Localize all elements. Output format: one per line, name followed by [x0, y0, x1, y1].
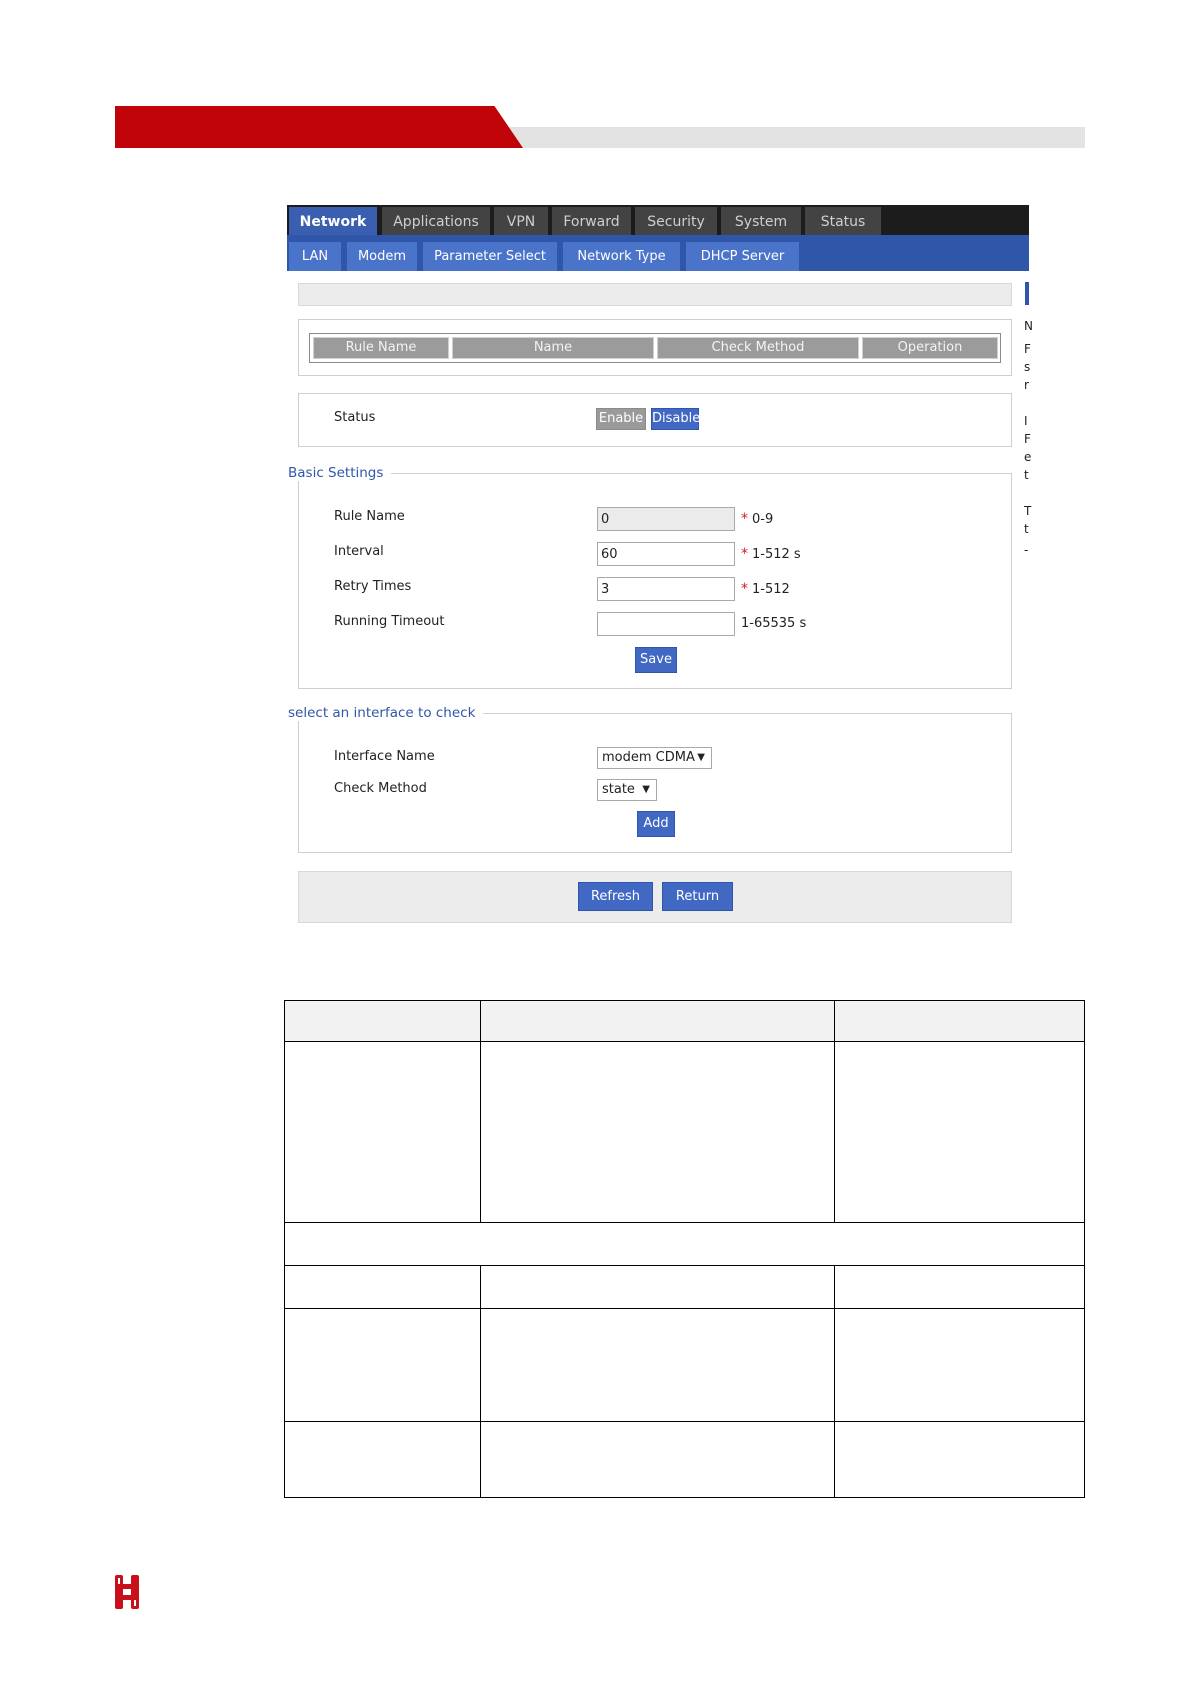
red-brand-logo-icon	[115, 1575, 139, 1609]
required-asterisk: *	[741, 581, 748, 597]
subtab-network-type[interactable]: Network Type	[563, 242, 680, 271]
cutoff-text: T	[1024, 504, 1032, 518]
table-row	[284, 1265, 1085, 1309]
document-table	[284, 1000, 1085, 1498]
table-cell	[480, 1000, 835, 1042]
top-gray-strip	[298, 283, 1012, 306]
table-cell	[284, 1308, 481, 1422]
check-method-value: state	[602, 782, 635, 797]
retry-times-hint: * 1-512	[741, 581, 790, 597]
tab-network[interactable]: Network	[289, 207, 377, 235]
interface-name-label: Interface Name	[334, 749, 435, 764]
table-row	[284, 1308, 1085, 1422]
return-button[interactable]: Return	[662, 882, 733, 911]
tab-system[interactable]: System	[721, 207, 801, 235]
table-cell	[284, 1041, 481, 1223]
rule-name-input[interactable]: 0	[597, 507, 735, 531]
dropdown-arrow-icon: ▼	[642, 784, 650, 795]
table-cell	[834, 1265, 1085, 1309]
cutoff-text: t	[1024, 522, 1029, 536]
cutoff-text: N	[1024, 319, 1033, 333]
tab-security[interactable]: Security	[635, 207, 717, 235]
table-cell	[284, 1265, 481, 1309]
table-cell	[834, 1000, 1085, 1042]
running-timeout-label: Running Timeout	[334, 614, 445, 629]
running-timeout-hint: 1-65535 s	[741, 616, 807, 631]
column-header-check-method: Check Method	[657, 337, 859, 359]
subtab-lan[interactable]: LAN	[289, 242, 341, 271]
subtab-modem[interactable]: Modem	[347, 242, 417, 271]
check-method-label: Check Method	[334, 781, 427, 796]
table-cell	[480, 1308, 835, 1422]
subtab-dhcp-server[interactable]: DHCP Server	[686, 242, 799, 271]
dropdown-arrow-icon: ▼	[697, 752, 705, 763]
cutoff-text: r	[1024, 378, 1029, 392]
running-timeout-input[interactable]	[597, 612, 735, 636]
tab-status[interactable]: Status	[805, 207, 881, 235]
table-cell	[284, 1421, 481, 1498]
table-cell	[834, 1421, 1085, 1498]
retry-times-input[interactable]: 3	[597, 577, 735, 601]
table-row	[284, 1041, 1085, 1223]
rule-name-label: Rule Name	[334, 509, 405, 524]
enable-button[interactable]: Enable	[596, 408, 646, 430]
cutoff-text: s	[1024, 360, 1031, 374]
footer-button-bar	[298, 871, 1012, 923]
retry-times-label: Retry Times	[334, 579, 412, 594]
table-row	[284, 1421, 1085, 1498]
cutoff-text: t	[1024, 468, 1029, 482]
table-cell	[834, 1308, 1085, 1422]
disable-button[interactable]: Disable	[651, 408, 700, 430]
required-asterisk: *	[741, 511, 748, 527]
table-cell	[284, 1222, 1085, 1266]
cutoff-text: F	[1024, 342, 1031, 356]
column-header-operation: Operation	[862, 337, 998, 359]
interval-hint: * 1-512 s	[741, 546, 801, 562]
cutoff-text: -	[1024, 543, 1029, 557]
table-section-row	[284, 1222, 1085, 1266]
interface-check-title: select an interface to check	[288, 705, 484, 721]
required-asterisk: *	[741, 546, 748, 562]
interval-input[interactable]: 60	[597, 542, 735, 566]
save-button[interactable]: Save	[635, 647, 677, 673]
column-header-rule-name: Rule Name	[313, 337, 449, 359]
rule-name-hint: * 0-9	[741, 511, 774, 527]
check-method-select[interactable]: state ▼	[597, 779, 657, 801]
subtab-parameter-select[interactable]: Parameter Select	[423, 242, 557, 271]
tab-applications[interactable]: Applications	[382, 207, 490, 235]
status-label: Status	[334, 410, 376, 425]
side-panel-marker	[1025, 282, 1029, 305]
add-button[interactable]: Add	[637, 811, 675, 837]
basic-settings-title: Basic Settings	[288, 465, 392, 481]
table-cell	[480, 1421, 835, 1498]
interval-label: Interval	[334, 544, 384, 559]
header-red-banner	[115, 106, 523, 148]
table-cell	[284, 1000, 481, 1042]
cutoff-text: I	[1024, 414, 1028, 428]
tab-forward[interactable]: Forward	[552, 207, 631, 235]
cutoff-text: e	[1024, 450, 1032, 464]
table-cell	[834, 1041, 1085, 1223]
table-cell	[480, 1265, 835, 1309]
cutoff-text: F	[1024, 432, 1031, 446]
table-cell	[480, 1041, 835, 1223]
interface-name-select[interactable]: modem CDMA ▼	[597, 747, 712, 769]
interface-name-value: modem CDMA	[602, 750, 695, 765]
column-header-name: Name	[452, 337, 654, 359]
table-header-row	[284, 1000, 1085, 1042]
tab-vpn[interactable]: VPN	[494, 207, 548, 235]
refresh-button[interactable]: Refresh	[578, 882, 653, 911]
